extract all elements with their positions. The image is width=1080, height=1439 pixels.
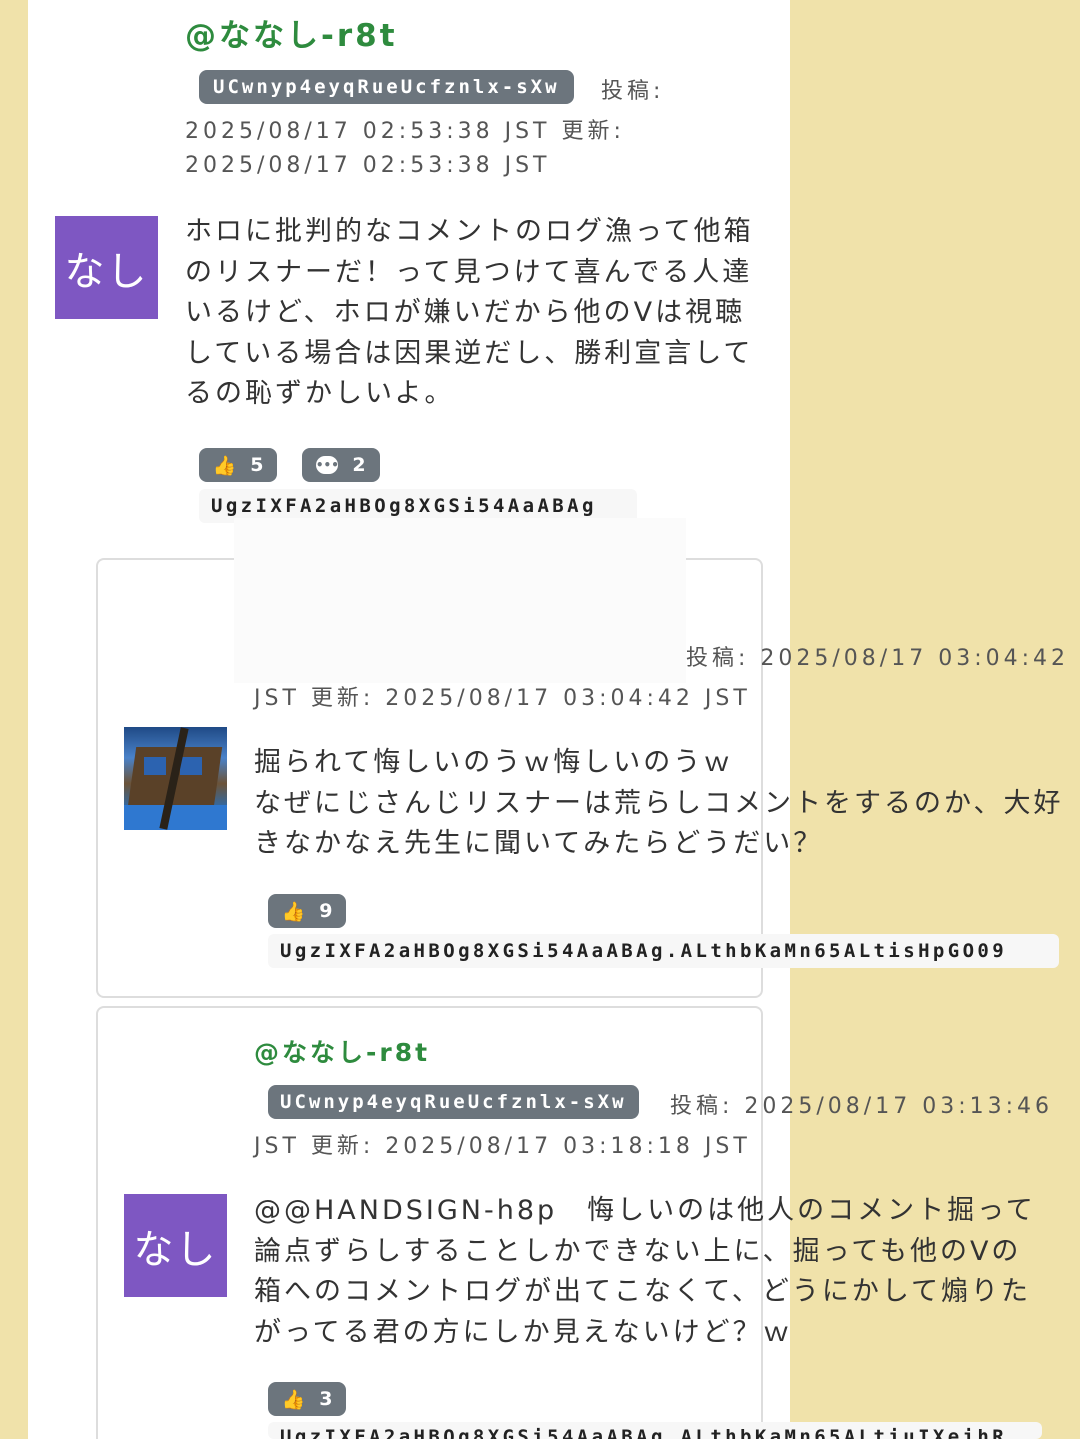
thumbs-up-icon: 👍 [281,900,306,923]
reply-meta: 投稿: 2025/08/17 03:13:46 [670,1094,1054,1119]
avatar-initials: なし [64,248,149,295]
like-count-badge[interactable]: 👍 9 [268,894,346,928]
reply-count-badge[interactable]: ••• 2 [302,448,380,482]
channel-id-chip[interactable]: UCwnyp4eyqRueUcfznlx-sXw [268,1085,639,1119]
avatar[interactable]: なし [124,1194,227,1297]
avatar-initials: なし [133,1226,218,1273]
reply-body-line: なぜにじさんじリスナーは荒らしコメントをするのか、大好 [254,788,1064,819]
comment-body: ホロに批判的なコメントのログ漁って他箱のリスナーだ！って見つけて喜んでる人達いる… [185,216,754,410]
like-count: 5 [250,454,264,476]
like-count-badge[interactable]: 👍 3 [268,1382,346,1416]
thumbs-up-icon: 👍 [281,1388,306,1411]
speech-bubble-icon: ••• [315,456,339,474]
reply-meta: 投稿: 2025/08/17 03:04:42 [686,646,1070,671]
reply-meta: JST 更新: 2025/08/17 03:04:42 JST [254,686,751,711]
like-count: 3 [319,1388,333,1410]
like-count-badge[interactable]: 👍 5 [199,448,277,482]
reply-body-line: @@HANDSIGN-h8p 悔しいのは他人のコメント掘って [254,1195,1036,1226]
reply-count: 2 [352,454,366,476]
avatar[interactable]: なし [55,216,158,319]
comment-meta: 2025/08/17 02:53:38 JST [185,153,551,178]
comment-id: UgzIXFA2aHBOg8XGSi54AaABAg.ALthbKaMn65AL… [268,1422,1042,1439]
avatar[interactable] [124,727,227,830]
comment-username[interactable]: @ななし-r8t [254,1033,430,1069]
reply-meta: JST 更新: 2025/08/17 03:18:18 JST [254,1134,751,1159]
reply-body-line: 箱へのコメントログが出てこなくて、どうにかして煽りた [254,1276,1032,1307]
channel-id-chip[interactable]: UCwnyp4eyqRueUcfznlx-sXw [199,70,574,104]
reply-body-line: 掘られて悔しいのうｗ悔しいのうｗ [254,747,734,778]
reply-body-line: きなかなえ先生に聞いてみたらどうだい？ [254,828,824,859]
like-count: 9 [319,900,333,922]
comment-id: UgzIXFA2aHBOg8XGSi54AaABAg.ALthbKaMn65AL… [268,934,1059,968]
reply-body-line: 論点ずらしすることしかできない上に、掘っても他のVの [254,1236,1022,1267]
comment-meta: 2025/08/17 02:53:38 JST 更新: [185,119,625,144]
thumbs-up-icon: 👍 [212,454,237,477]
reply-body-line: がってる君の方にしか見えないけど？ｗ [254,1317,793,1348]
hidden-user-block [234,518,686,683]
comment-meta: 投稿: [601,79,665,104]
comment-username[interactable]: @ななし-r8t [185,10,398,55]
